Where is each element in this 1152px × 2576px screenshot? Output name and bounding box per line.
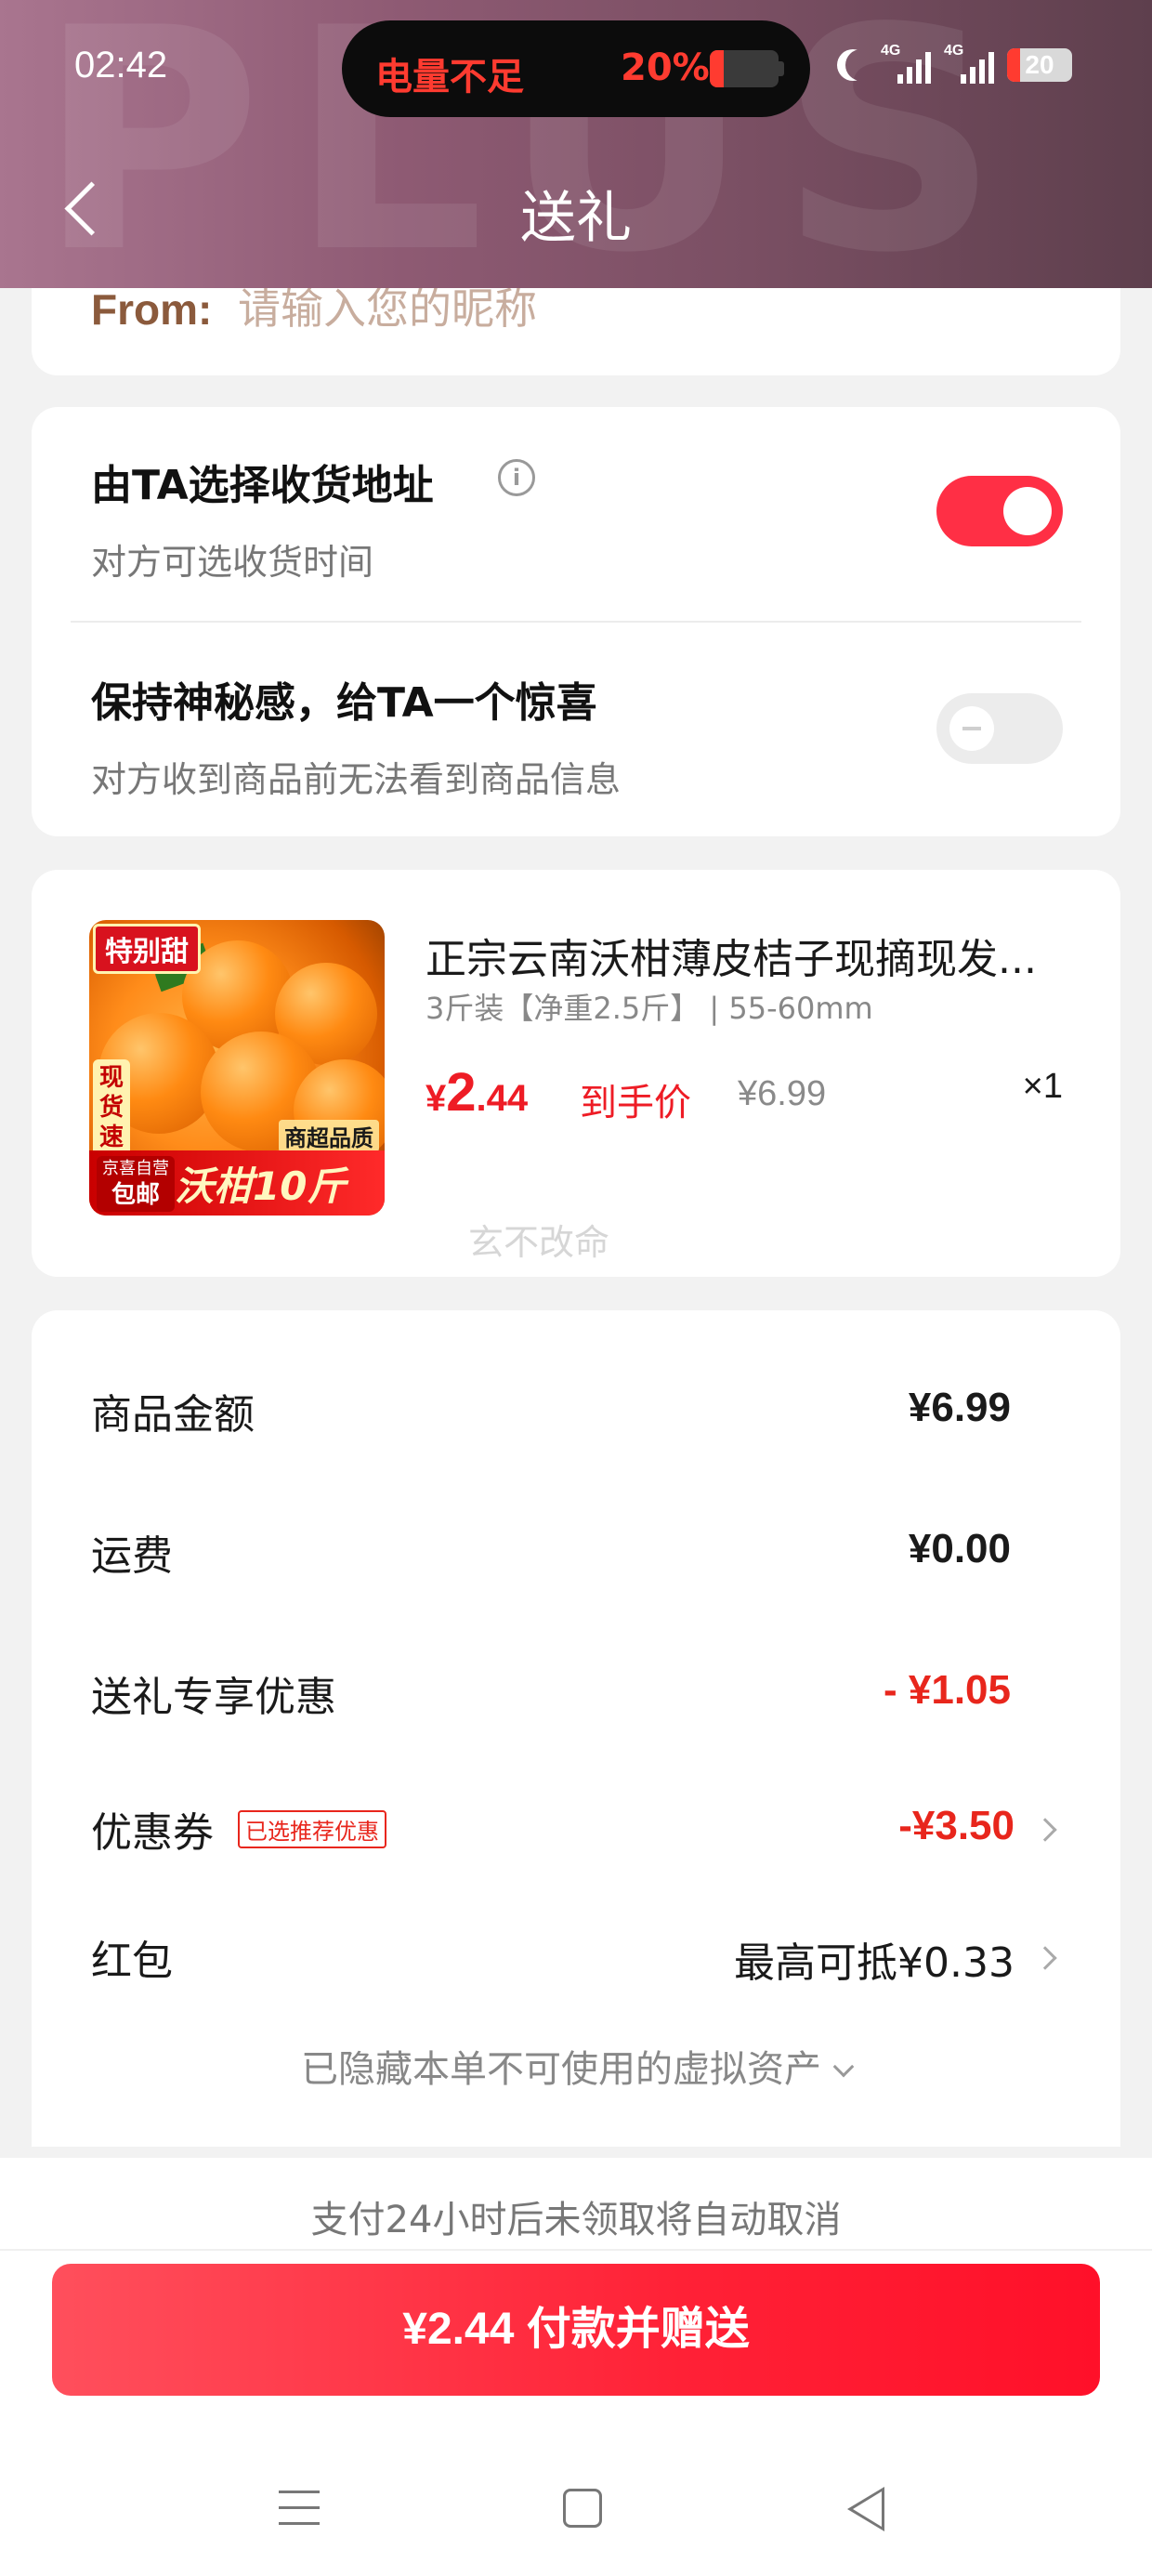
low-battery-text: 电量不足 xyxy=(375,56,524,99)
coupon-tag: 已选推荐优惠 xyxy=(238,1810,386,1848)
overlay-watermark: 玄不改命 xyxy=(468,1222,610,1263)
status-time: 02:42 xyxy=(74,45,168,85)
product-image[interactable]: 特别甜 现货速发 商超品质 京喜自营 包邮 沃柑10斤 xyxy=(89,920,385,1216)
battery-tip xyxy=(779,61,784,76)
chevron-right-icon[interactable] xyxy=(1033,1946,1057,1970)
product-quantity: ×1 xyxy=(1022,1067,1063,1106)
product-title[interactable]: 正宗云南沃柑薄皮桔子现摘现发... xyxy=(425,926,1094,985)
red-packet-value[interactable]: 最高可抵¥0.33 xyxy=(734,1929,1015,1989)
dynamic-island: 电量不足 20% xyxy=(342,20,810,117)
menu-icon[interactable] xyxy=(279,2491,320,2528)
image-quality-label: 商超品质 xyxy=(279,1120,379,1152)
image-banner-text: 沃柑10斤 xyxy=(175,1163,347,1209)
coupon-label[interactable]: 优惠券 xyxy=(91,1799,214,1859)
address-option-title: 由TA选择收货地址 xyxy=(91,462,434,509)
status-icons: 4G 4G 20 xyxy=(836,43,1072,84)
mystery-option-subtitle: 对方收到商品前无法看到商品信息 xyxy=(91,759,622,800)
image-ship-label: 京喜自营 包邮 xyxy=(97,1156,175,1212)
status-battery-icon: 20 xyxy=(1007,48,1072,82)
image-banner: 京喜自营 包邮 沃柑10斤 xyxy=(89,1150,385,1216)
page-title: 送礼 xyxy=(520,186,632,251)
red-packet-label[interactable]: 红包 xyxy=(91,1927,173,1987)
divider xyxy=(71,621,1081,623)
address-option-subtitle: 对方可选收货时间 xyxy=(91,542,374,583)
hidden-assets-text: 已隐藏本单不可使用的虚拟资产 xyxy=(301,2048,821,2091)
system-nav-bar xyxy=(0,2470,1152,2563)
product-spec: 3斤装【净重2.5斤】 | 55-60mm xyxy=(425,991,873,1026)
pay-and-gift-button[interactable]: ¥2.44 付款并赠送 xyxy=(52,2264,1100,2396)
header: PLUS 02:42 电量不足 20% 4G 4G 20 送礼 xyxy=(0,0,1152,288)
moon-icon xyxy=(845,49,877,81)
order-summary-card: 商品金额 ¥6.99 运费 ¥0.00 送礼专享优惠 - ¥1.05 优惠券 已… xyxy=(32,1310,1120,2147)
goods-amount-value: ¥6.99 xyxy=(908,1385,1011,1430)
battery-percent: 20% xyxy=(621,46,710,89)
chevron-down-icon xyxy=(832,2056,855,2078)
signal-icon: 4G xyxy=(944,43,994,84)
original-price: ¥6.99 xyxy=(738,1074,827,1113)
product-card[interactable]: 特别甜 现货速发 商超品质 京喜自营 包邮 沃柑10斤 正宗云南沃柑薄皮桔子现摘… xyxy=(32,870,1120,1277)
shipping-value: ¥0.00 xyxy=(908,1526,1011,1571)
product-price: ¥2.44 xyxy=(425,1062,529,1123)
auto-cancel-notice: 支付24小时后未领取将自动取消 xyxy=(310,2199,842,2241)
hidden-assets-toggle[interactable]: 已隐藏本单不可使用的虚拟资产 xyxy=(32,2039,1120,2093)
battery-icon xyxy=(710,50,779,87)
signal-icon: 4G xyxy=(881,43,931,84)
image-badge: 特别甜 xyxy=(93,924,201,974)
mystery-option-title: 保持神秘感，给TA一个惊喜 xyxy=(91,679,597,727)
back-triangle-icon[interactable] xyxy=(847,2487,884,2531)
price-tag: 到手价 xyxy=(580,1082,691,1124)
divider xyxy=(0,2249,1152,2251)
gift-discount-label: 送礼专享优惠 xyxy=(91,1674,336,1721)
goods-amount-label: 商品金额 xyxy=(91,1391,255,1439)
gift-discount-value: - ¥1.05 xyxy=(884,1667,1011,1713)
status-battery-level: 20 xyxy=(1025,50,1054,79)
gift-options-card: 由TA选择收货地址 i 对方可选收货时间 保持神秘感，给TA一个惊喜 对方收到商… xyxy=(32,407,1120,836)
nickname-input[interactable] xyxy=(238,281,1055,336)
mystery-toggle[interactable] xyxy=(936,693,1063,764)
bottom-bar: 支付24小时后未领取将自动取消 ¥2.44 付款并赠送 xyxy=(0,2158,1152,2576)
address-toggle[interactable] xyxy=(936,476,1063,546)
info-icon[interactable]: i xyxy=(498,459,535,496)
chevron-right-icon[interactable] xyxy=(1033,1818,1057,1842)
home-icon[interactable] xyxy=(563,2489,602,2528)
shipping-label: 运费 xyxy=(91,1532,173,1580)
coupon-value[interactable]: -¥3.50 xyxy=(898,1803,1015,1849)
from-label: From: xyxy=(91,285,213,334)
